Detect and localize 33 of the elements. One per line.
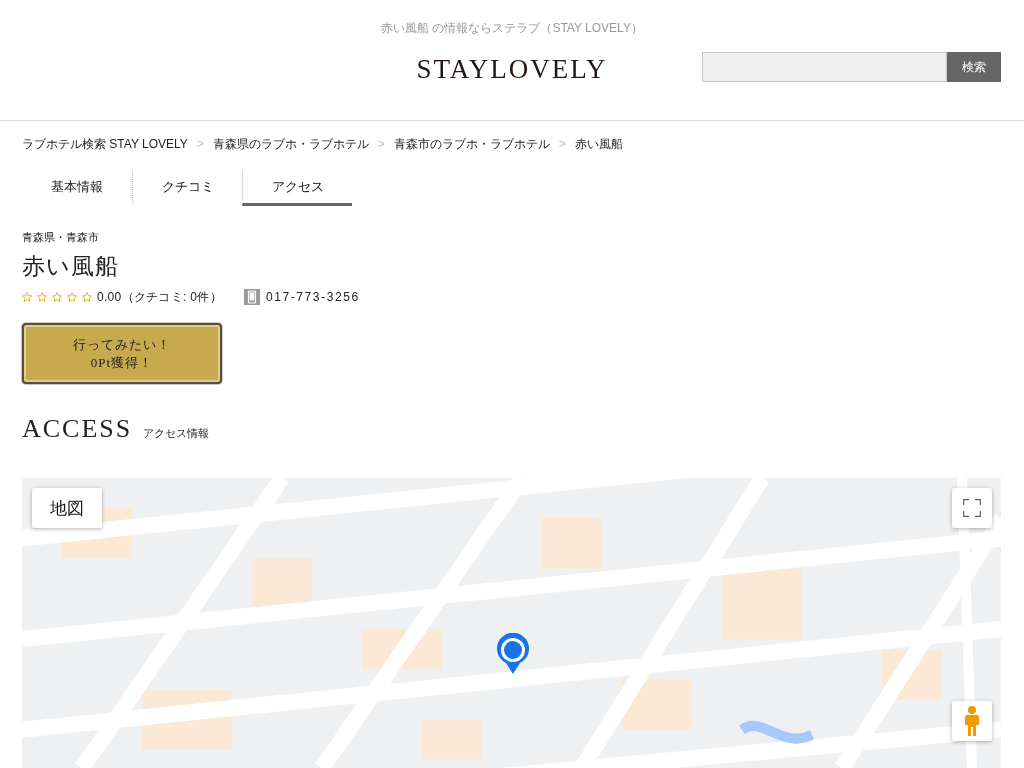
search-field[interactable] bbox=[702, 52, 947, 82]
breadcrumb-link[interactable]: ラブホテル検索 STAY LOVELY bbox=[22, 137, 188, 151]
person-icon bbox=[965, 706, 979, 736]
tab[interactable]: 基本情報 bbox=[22, 171, 132, 206]
fullscreen-button[interactable] bbox=[952, 488, 992, 528]
tab[interactable]: アクセス bbox=[242, 171, 352, 206]
star-icon bbox=[22, 292, 32, 302]
site-logo[interactable]: STAYLOVELY bbox=[416, 55, 608, 83]
area-text: 青森県・青森市 bbox=[22, 230, 99, 244]
location-marker-icon bbox=[496, 633, 530, 675]
breadcrumb-separator: > bbox=[196, 137, 204, 151]
section-subtitle: アクセス情報 bbox=[143, 426, 210, 441]
star-icon bbox=[82, 292, 92, 302]
search-button[interactable]: 検索 bbox=[947, 52, 1001, 82]
breadcrumb-separator: > bbox=[377, 137, 385, 151]
want-to-go-button[interactable]: 行ってみたい！ 0Pt獲得！ bbox=[22, 323, 222, 384]
map-type-button[interactable]: 地図 bbox=[32, 488, 102, 528]
street-view-button[interactable] bbox=[952, 701, 992, 741]
rating-text: 0.00（クチコミ: 0件） bbox=[97, 288, 222, 306]
star-icon bbox=[67, 292, 77, 302]
breadcrumb-link[interactable]: 青森市のラブホ・ラブホテル bbox=[393, 137, 550, 151]
fullscreen-icon bbox=[963, 499, 981, 517]
hotel-name: 赤い風船 bbox=[22, 252, 119, 280]
star-icon bbox=[37, 292, 47, 302]
breadcrumb-current: 赤い風船 bbox=[574, 137, 623, 151]
breadcrumb-link[interactable]: 青森県のラブホ・ラブホテル bbox=[212, 137, 369, 151]
phone-number: 017-773-3256 bbox=[265, 290, 360, 304]
tab[interactable]: クチコミ bbox=[132, 171, 242, 206]
breadcrumb-separator: > bbox=[558, 137, 566, 151]
section-title: ACCESS bbox=[22, 414, 133, 444]
smartphone-icon bbox=[243, 289, 260, 305]
site-tagline: 赤い風船 の情報ならステラブ（STAY LOVELY） bbox=[381, 20, 643, 36]
star-icon bbox=[52, 292, 62, 302]
